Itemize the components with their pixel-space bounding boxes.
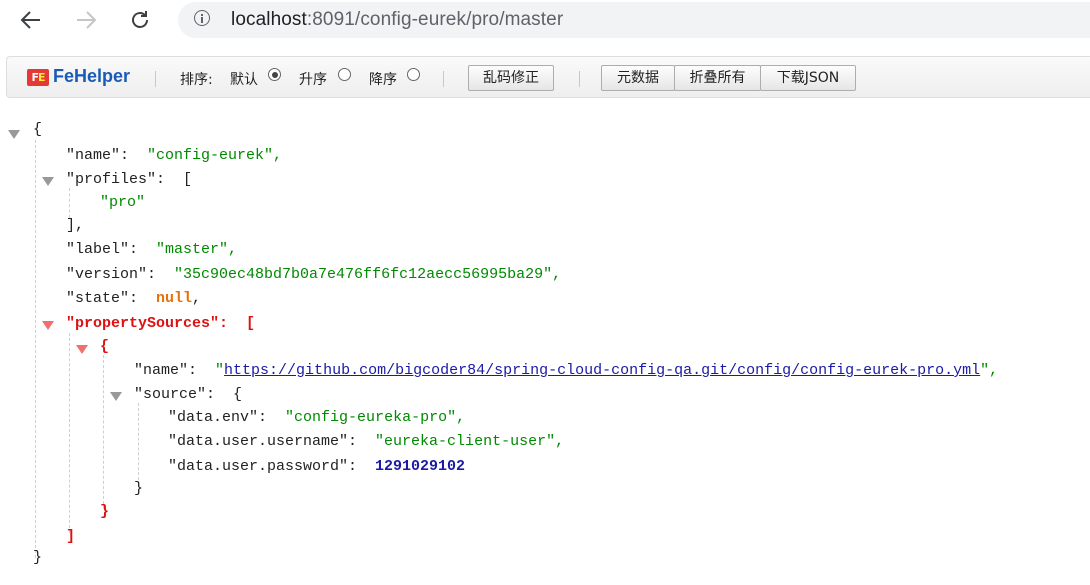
- json-line: {: [33, 121, 42, 139]
- json-brace: {: [33, 121, 43, 138]
- json-key-highlighted: "propertySources":: [66, 315, 229, 332]
- json-key: "data.env":: [168, 409, 268, 426]
- json-key: "data.user.password":: [168, 458, 358, 475]
- json-key: "data.user.username":: [168, 433, 358, 450]
- json-line: "data.user.password": 1291029102: [168, 458, 465, 476]
- json-bracket: [: [246, 315, 256, 332]
- collapse-source-toggle-icon[interactable]: [110, 392, 122, 401]
- json-brace: {: [100, 338, 110, 355]
- json-string-value: "master",: [156, 241, 238, 258]
- json-brace: }: [33, 549, 43, 566]
- json-string-value: "config-eurek",: [147, 147, 283, 164]
- json-key: "version":: [66, 266, 157, 283]
- json-url-link[interactable]: https://github.com/bigcoder84/spring-clo…: [224, 362, 980, 379]
- json-line: "state": null,: [66, 290, 201, 308]
- json-quote: ",: [980, 362, 999, 379]
- json-line: "source": {: [134, 386, 242, 404]
- json-string-value: "35c90ec48bd7b0a7e476ff6fc12aecc56995ba2…: [174, 266, 562, 283]
- json-line: "name": "https://github.com/bigcoder84/s…: [134, 362, 998, 380]
- json-string-value: "pro": [100, 194, 146, 211]
- json-brace: }: [134, 480, 144, 497]
- json-line: {: [100, 338, 109, 356]
- json-bracket: ]: [66, 528, 76, 545]
- json-string-value: "config-eureka-pro",: [285, 409, 466, 426]
- json-line: "data.env": "config-eureka-pro",: [168, 409, 465, 427]
- indent-guide: [35, 140, 36, 558]
- json-line: "label": "master",: [66, 241, 237, 259]
- json-quote: ": [215, 362, 225, 379]
- indent-guide: [103, 355, 104, 509]
- json-line: "version": "35c90ec48bd7b0a7e476ff6fc12a…: [66, 266, 561, 284]
- collapse-property-sources-toggle-icon[interactable]: [42, 321, 54, 330]
- json-key: "state":: [66, 290, 139, 307]
- json-line: ],: [66, 217, 84, 235]
- json-line: "name": "config-eurek",: [66, 147, 282, 165]
- json-line: }: [100, 503, 109, 521]
- json-key: "source":: [134, 386, 216, 403]
- json-line: "profiles": [: [66, 171, 192, 189]
- json-line: "propertySources": [: [66, 315, 255, 333]
- json-bracket: ],: [66, 217, 85, 234]
- indent-guide: [138, 403, 139, 485]
- json-null-value: null: [156, 290, 193, 307]
- json-brace: }: [100, 503, 110, 520]
- collapse-property-source-item-toggle-icon[interactable]: [76, 345, 88, 354]
- json-bracket: [: [183, 171, 193, 188]
- collapse-profiles-toggle-icon[interactable]: [42, 177, 54, 186]
- json-viewer: { "name": "config-eurek", "profiles": [ …: [0, 0, 1090, 585]
- json-comma: ,: [192, 290, 202, 307]
- json-line: ]: [66, 528, 75, 546]
- json-line: }: [33, 549, 42, 567]
- json-key: "name":: [66, 147, 130, 164]
- json-key: "label":: [66, 241, 139, 258]
- json-brace: {: [233, 386, 243, 403]
- json-number-value: 1291029102: [375, 458, 466, 475]
- json-line: "data.user.username": "eureka-client-use…: [168, 433, 564, 451]
- json-string-value: "eureka-client-user",: [375, 433, 565, 450]
- indent-guide: [69, 333, 70, 533]
- json-key: "profiles":: [66, 171, 166, 188]
- json-line: }: [134, 480, 143, 498]
- json-line: "pro": [100, 194, 145, 212]
- indent-guide: [69, 188, 70, 218]
- collapse-root-toggle-icon[interactable]: [8, 130, 20, 139]
- json-key: "name":: [134, 362, 198, 379]
